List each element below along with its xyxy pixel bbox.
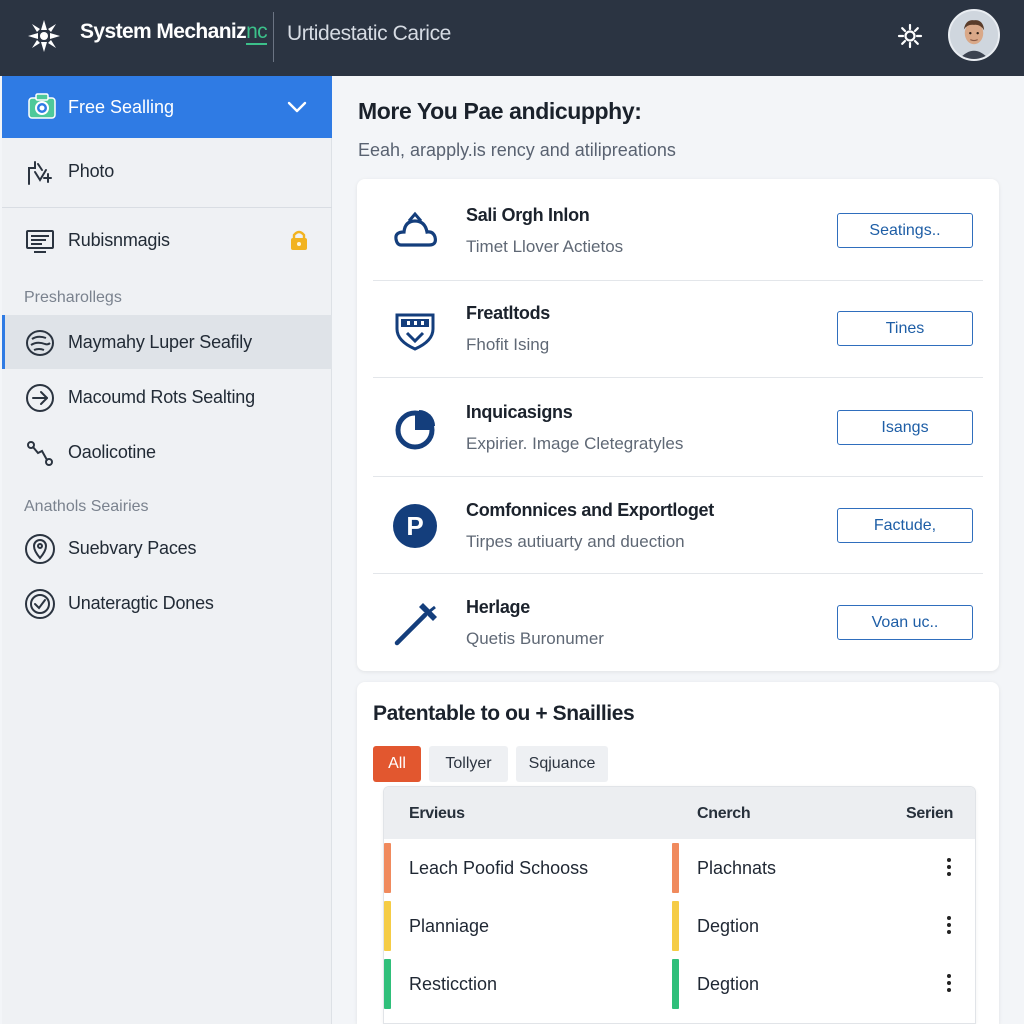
row-name: Resticction [409, 974, 498, 994]
services-card: Sali Orgh Inlon Timet Llover Actietos Se… [357, 179, 999, 671]
sidebar-item-label: Rubisnmagis [68, 230, 170, 250]
section-title: Patentable to ou + Snaillies [373, 702, 635, 725]
sidebar: Free Sealling Photo Rubisnmagis Presharo… [2, 76, 332, 1024]
status-color-bar [384, 843, 391, 893]
sidebar-item-label: Photo [68, 161, 115, 181]
sidebar-active-label: Free Sealling [68, 97, 175, 117]
service-action-button[interactable]: Tines [837, 311, 973, 346]
sidebar-item-suebvary-paces[interactable]: Suebvary Paces [2, 521, 332, 575]
status-color-bar [672, 843, 679, 893]
status-color-bar [384, 959, 391, 1009]
row-name: Planniage [409, 916, 490, 936]
check-circle-icon [25, 589, 55, 619]
sidebar-item-oaolicotine[interactable]: Oaolicotine [2, 425, 332, 479]
service-row: Herlage Quetis Buronumer Voan uc.. [373, 571, 983, 668]
sidebar-section-header: Presharollegs [24, 289, 122, 306]
arrow-circle-icon [26, 384, 54, 412]
sidebar-item-unateragtic-dones[interactable]: Unateragtic Dones [2, 576, 332, 630]
service-subtitle: Tirpes autiuarty and duection [466, 532, 685, 551]
svg-text:P: P [406, 511, 423, 541]
logo-icon [28, 20, 60, 52]
brand-accent: nc [246, 20, 268, 45]
sidebar-item-rubisnmagis[interactable]: Rubisnmagis [2, 213, 332, 267]
location-pin-icon [25, 534, 55, 564]
wave-badge-icon [26, 330, 54, 356]
service-subtitle: Expirier. Image Cletegratyles [466, 434, 684, 453]
parking-icon: P [393, 504, 437, 548]
sidebar-item-maymahy-luper-seafily[interactable]: Maymahy Luper Seafily [2, 315, 332, 369]
photo-tool-icon [28, 161, 52, 185]
service-row: Sali Orgh Inlon Timet Llover Actietos Se… [373, 179, 983, 276]
column-header[interactable]: Cnerch [697, 805, 751, 823]
service-action-button[interactable]: Seatings.. [837, 213, 973, 248]
pie-chart-icon [395, 410, 435, 450]
data-table: Ervieus Cnerch Serien Leach Poofid Schoo… [383, 786, 976, 1024]
service-action-button[interactable]: Isangs [837, 410, 973, 445]
avatar-face-icon [950, 11, 998, 59]
sidebar-item-label: Maymahy Luper Seafily [68, 332, 252, 352]
sidebar-item-label: Macoumd Rots Sealting [68, 387, 255, 407]
row-status: Plachnats [697, 858, 777, 878]
service-action-button[interactable]: Voan uc.. [837, 605, 973, 640]
service-title: Freatltods [466, 303, 551, 323]
sidebar-item-photo[interactable]: Photo [2, 144, 332, 198]
sidebar-item-label: Suebvary Paces [68, 538, 197, 558]
service-action-button[interactable]: Factude, [837, 508, 973, 543]
service-title: Sali Orgh Inlon [466, 205, 590, 225]
filter-chip-tollyer[interactable]: Tollyer [429, 746, 508, 782]
app-brand: System Mechaniznc [80, 20, 268, 45]
service-subtitle: Timet Llover Actietos [466, 237, 624, 256]
table-row[interactable]: Planniage Degtion [384, 897, 975, 955]
sidebar-item-free-sealling[interactable]: Free Sealling [2, 76, 332, 138]
filter-chip-all[interactable]: All [373, 746, 421, 782]
column-header[interactable]: Serien [906, 805, 953, 823]
row-name: Leach Poofid Schooss [409, 858, 589, 878]
brand-name: System Mechaniz [80, 20, 247, 43]
row-status: Degtion [697, 974, 760, 994]
user-avatar[interactable] [948, 9, 1000, 61]
page-title: More You Pae andicupphy: [358, 98, 642, 124]
status-color-bar [672, 901, 679, 951]
status-color-bar [384, 901, 391, 951]
shield-icon [395, 313, 435, 351]
status-color-bar [672, 959, 679, 1009]
sidebar-section-header: Anathols Seairies [24, 498, 149, 515]
camera-icon [28, 93, 56, 119]
filter-chip-sqjuance[interactable]: Sqjuance [516, 746, 608, 782]
table-row[interactable]: Leach Poofid Schooss Plachnats [384, 839, 975, 897]
service-row: Inquicasigns Expirier. Image Cletegratyl… [373, 376, 983, 473]
service-subtitle: Fhofit Ising [466, 335, 550, 354]
row-status: Degtion [697, 916, 760, 936]
header-divider [273, 12, 274, 62]
connection-icon [27, 441, 53, 466]
page-subtitle: Eeah, arapply.is rency and atilipreation… [358, 140, 676, 160]
service-row: Freatltods Fhofit Ising Tines [373, 277, 983, 374]
table-card: Patentable to ou + Snaillies All Tollyer… [357, 682, 999, 1024]
monitor-icon [26, 230, 54, 253]
service-subtitle: Quetis Buronumer [466, 629, 604, 648]
top-bar: System Mechaniznc Urtidestatic Carice [0, 0, 1024, 76]
settings-gear-icon[interactable] [896, 22, 924, 50]
sidebar-item-label: Unateragtic Dones [68, 593, 214, 613]
sidebar-divider [2, 207, 332, 208]
column-header[interactable]: Ervieus [409, 805, 465, 823]
lock-badge-icon [291, 230, 307, 250]
service-title: Comfonnices and Exportloget [466, 500, 714, 520]
more-options-icon[interactable] [940, 971, 958, 997]
service-title: Inquicasigns [466, 402, 573, 422]
service-row: P Comfonnices and Exportloget Tirpes aut… [373, 474, 983, 571]
hammer-icon [394, 603, 437, 646]
more-options-icon[interactable] [940, 913, 958, 939]
service-title: Herlage [466, 597, 530, 617]
table-row[interactable]: Resticction Degtion [384, 955, 975, 1013]
cloud-icon [394, 211, 437, 247]
sidebar-item-macoumd-rots-sealting[interactable]: Macoumd Rots Sealting [2, 370, 332, 424]
chevron-down-icon[interactable] [286, 98, 308, 116]
sidebar-item-label: Oaolicotine [68, 442, 156, 462]
more-options-icon[interactable] [940, 855, 958, 881]
header-subtitle: Urtidestatic Carice [287, 22, 451, 45]
table-header: Ervieus Cnerch Serien [384, 787, 975, 839]
